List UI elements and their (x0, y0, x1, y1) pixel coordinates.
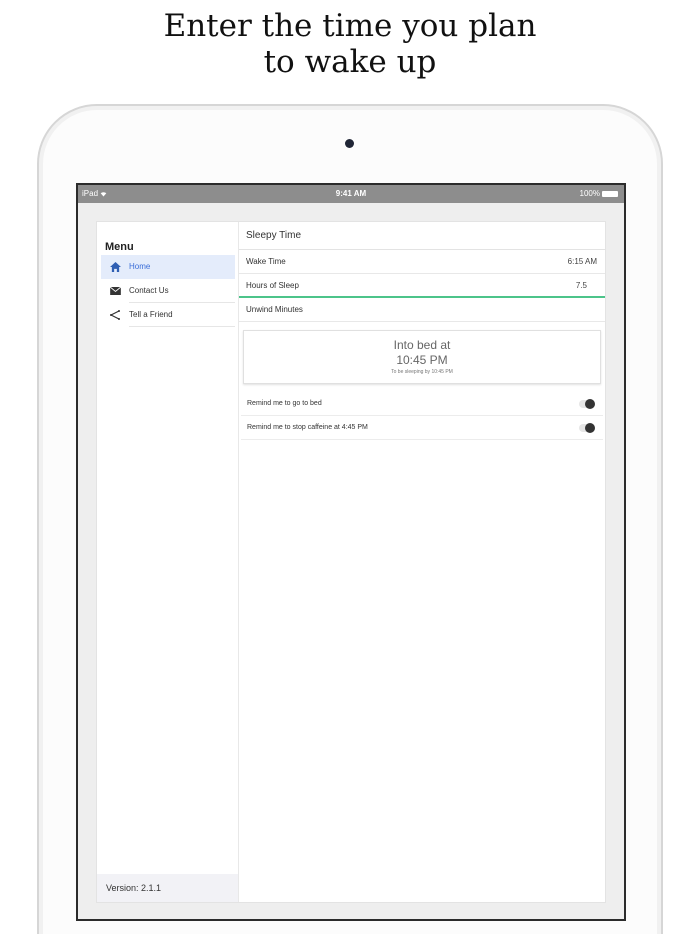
sidebar: Menu Home Contact Us Tell a Friend Versi… (97, 222, 239, 902)
sidebar-item-label: Tell a Friend (129, 303, 235, 327)
headline-line-2: to wake up (263, 44, 437, 80)
version-label: Version: 2.1.1 (97, 874, 238, 902)
mail-icon (101, 287, 129, 295)
menu-list: Home Contact Us Tell a Friend (101, 255, 235, 327)
headline-line-1: Enter the time you plan (163, 8, 537, 44)
camera-icon (345, 139, 354, 148)
share-icon (101, 310, 129, 320)
device-screen: iPad 9:41 AM 100% Menu Home Contact Us T… (76, 183, 626, 921)
toggle-knob (585, 423, 595, 433)
app-window: Menu Home Contact Us Tell a Friend Versi… (96, 221, 606, 903)
headline: Enter the time you plan to wake up (0, 8, 700, 80)
sidebar-item-contact-us[interactable]: Contact Us (101, 279, 235, 303)
remind-caffeine-row: Remind me to stop caffeine at 4:45 PM (241, 416, 603, 440)
result-time: 10:45 PM (396, 353, 448, 367)
hours-of-sleep-label: Hours of Sleep (246, 281, 299, 290)
unwind-minutes-label: Unwind Minutes (246, 305, 303, 314)
result-subtitle: To be sleeping by 10:45 PM (391, 369, 453, 375)
wake-time-value: 6:15 AM (567, 257, 597, 266)
result-title: Into bed at (393, 338, 451, 352)
wake-time-label: Wake Time (246, 257, 286, 266)
sidebar-item-tell-a-friend[interactable]: Tell a Friend (101, 303, 235, 327)
remind-bed-row: Remind me to go to bed (241, 392, 603, 416)
sidebar-item-home[interactable]: Home (101, 255, 235, 279)
wake-time-field[interactable]: Wake Time 6:15 AM (239, 250, 605, 274)
sidebar-item-label: Home (129, 262, 151, 271)
unwind-minutes-field[interactable]: Unwind Minutes (239, 298, 605, 322)
status-time: 9:41 AM (335, 189, 367, 198)
remind-caffeine-toggle[interactable] (579, 423, 595, 433)
status-battery-text: 100% (579, 189, 600, 198)
hours-of-sleep-field[interactable]: Hours of Sleep 7.5 (239, 274, 605, 298)
sidebar-item-label: Contact Us (129, 279, 235, 303)
hours-of-sleep-value: 7.5 (575, 281, 587, 290)
home-icon (101, 262, 129, 272)
menu-title: Menu (105, 241, 134, 253)
remind-caffeine-label: Remind me to stop caffeine at 4:45 PM (247, 424, 368, 431)
toggle-knob (585, 399, 595, 409)
status-bar: iPad 9:41 AM 100% (78, 185, 624, 203)
page-title: Sleepy Time (239, 222, 605, 250)
main-content: Sleepy Time Wake Time 6:15 AM Hours of S… (239, 222, 605, 902)
remind-bed-toggle[interactable] (579, 399, 595, 409)
bedtime-result-card: Into bed at 10:45 PM To be sleeping by 1… (243, 330, 601, 384)
battery-icon (602, 191, 618, 197)
remind-bed-label: Remind me to go to bed (247, 400, 322, 407)
